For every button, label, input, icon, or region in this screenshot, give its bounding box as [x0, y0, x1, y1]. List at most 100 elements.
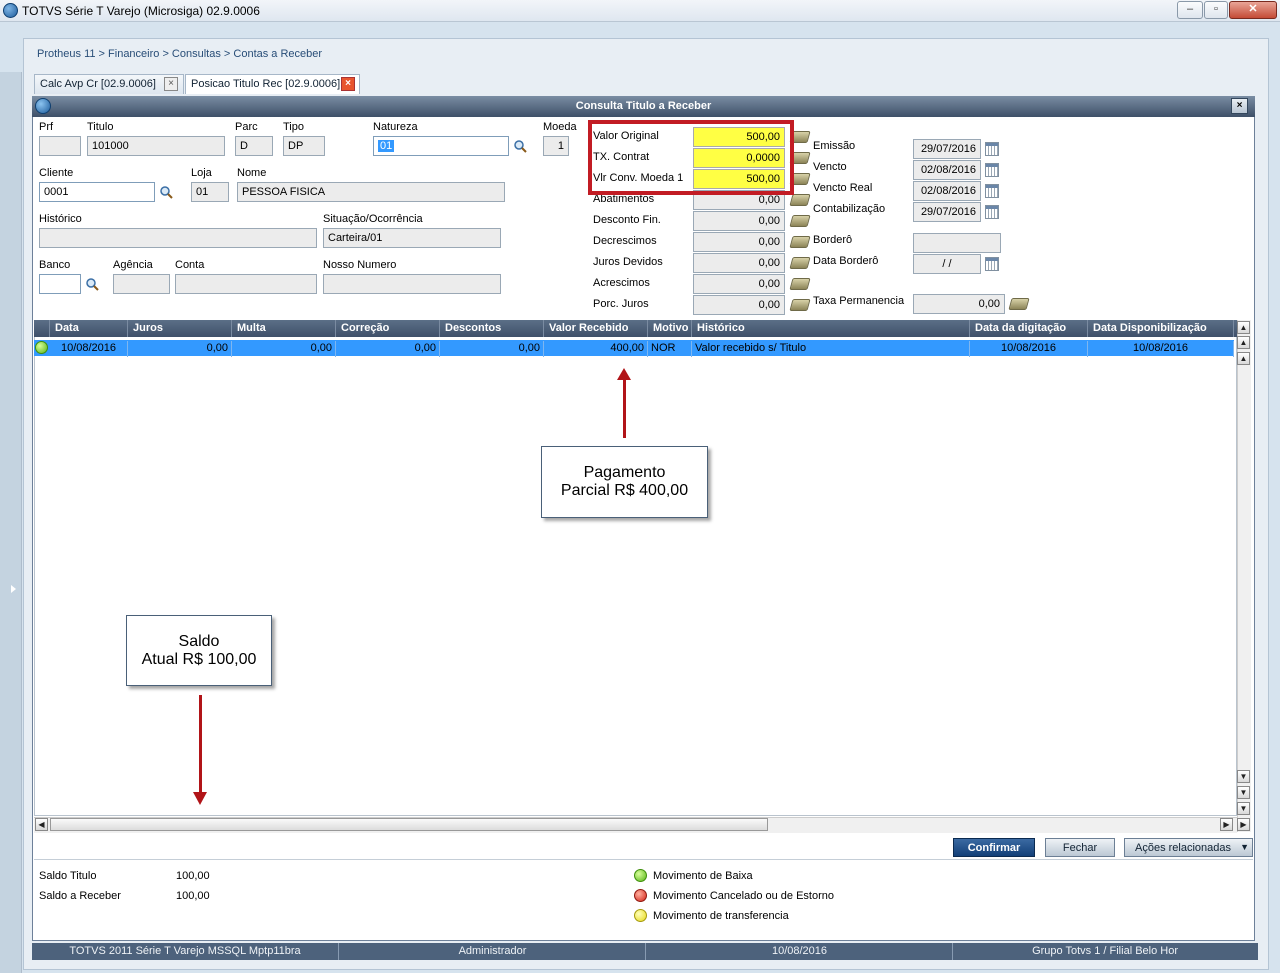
nome-field[interactable]: PESSOA FISICA — [237, 182, 505, 202]
porc-juros-label: Porc. Juros — [593, 298, 649, 310]
vencto-real-label: Vencto Real — [813, 182, 873, 194]
minimize-button[interactable]: – — [1177, 1, 1203, 19]
scroll-down-icon[interactable]: ▼ — [1237, 770, 1250, 783]
grid-cell: 10/08/2016 — [1088, 341, 1234, 357]
vertical-scrollbar[interactable] — [1237, 320, 1251, 832]
money-icon[interactable] — [789, 236, 811, 248]
loja-field[interactable]: 01 — [191, 182, 229, 202]
bordero-field[interactable] — [913, 233, 1001, 253]
grid-header-cell[interactable]: Motivo — [648, 320, 692, 337]
tipo-label: Tipo — [283, 121, 304, 133]
vencto-real-field[interactable]: 02/08/2016 — [913, 181, 981, 201]
scroll-page-up-icon[interactable]: ▲ — [1237, 336, 1250, 349]
juros-devidos-label: Juros Devidos — [593, 256, 663, 268]
chevron-down-icon: ▼ — [1240, 842, 1249, 852]
money-icon[interactable] — [1008, 298, 1030, 310]
scroll-right-end-icon[interactable]: ▶ — [1237, 818, 1250, 831]
dialog-title: Consulta Titulo a Receber — [575, 100, 712, 112]
breadcrumb[interactable]: Protheus 11 > Financeiro > Consultas > C… — [37, 48, 322, 60]
prf-field[interactable] — [39, 136, 81, 156]
arrow-head-icon — [617, 368, 631, 380]
grid-header-cell[interactable]: Data da digitação — [970, 320, 1088, 337]
conta-field[interactable] — [175, 274, 317, 294]
grid-header-cell[interactable]: Valor Recebido — [544, 320, 648, 337]
grid-cell: NOR — [648, 341, 692, 357]
natureza-field[interactable]: 01 — [373, 136, 509, 156]
close-tab-icon[interactable]: × — [341, 77, 355, 91]
acrescimos-field[interactable]: 0,00 — [693, 274, 785, 294]
search-icon[interactable] — [513, 139, 527, 153]
legend-red-icon — [634, 889, 647, 902]
money-icon[interactable] — [789, 299, 811, 311]
tab-posicao-titulo[interactable]: Posicao Titulo Rec [02.9.0006] — [185, 74, 360, 94]
acrescimos-label: Acrescimos — [593, 277, 650, 289]
data-bordero-field[interactable]: / / — [913, 254, 981, 274]
parc-field[interactable]: D — [235, 136, 273, 156]
scroll-top-icon[interactable]: ▲ — [1237, 321, 1250, 334]
scroll-right-icon[interactable]: ▶ — [1220, 818, 1233, 831]
grid-header-cell[interactable]: Histórico — [692, 320, 970, 337]
search-icon[interactable] — [159, 185, 173, 199]
grid-header-cell[interactable]: Data Disponibilização — [1088, 320, 1234, 337]
agencia-label: Agência — [113, 259, 153, 271]
money-icon[interactable] — [789, 194, 811, 206]
tipo-field[interactable]: DP — [283, 136, 325, 156]
scroll-thumb[interactable] — [50, 818, 768, 831]
tab-calc-avp[interactable]: Calc Avp Cr [02.9.0006] — [34, 74, 184, 94]
search-icon[interactable] — [85, 277, 99, 291]
decrescimos-field[interactable]: 0,00 — [693, 232, 785, 252]
arrow-down-annotation — [199, 695, 202, 793]
calendar-icon[interactable] — [985, 142, 999, 156]
close-button[interactable]: Fechar — [1045, 838, 1115, 857]
vencto-label: Vencto — [813, 161, 847, 173]
confirm-button[interactable]: Confirmar — [953, 838, 1035, 857]
movements-grid[interactable] — [34, 320, 1237, 816]
banco-field[interactable] — [39, 274, 81, 294]
money-icon[interactable] — [789, 278, 811, 290]
calendar-icon[interactable] — [985, 184, 999, 198]
expand-arrow-icon[interactable] — [11, 585, 16, 593]
maximize-button[interactable]: ▫ — [1204, 1, 1228, 19]
situacao-field[interactable]: Carteira/01 — [323, 228, 501, 248]
emissao-field[interactable]: 29/07/2016 — [913, 139, 981, 159]
saldo-titulo-label: Saldo Titulo — [39, 870, 97, 882]
cliente-field[interactable]: 0001 — [39, 182, 155, 202]
contabilizacao-field[interactable]: 29/07/2016 — [913, 202, 981, 222]
grid-header-cell[interactable]: Data — [50, 320, 128, 337]
taxa-permanencia-label: Taxa Permanencia — [813, 295, 905, 307]
calendar-icon[interactable] — [985, 257, 999, 271]
scroll-up-icon[interactable]: ▲ — [1237, 352, 1250, 365]
calendar-icon[interactable] — [985, 205, 999, 219]
moeda-field[interactable]: 1 — [543, 136, 569, 156]
related-actions-button[interactable]: Ações relacionadas ▼ — [1124, 838, 1253, 857]
calendar-icon[interactable] — [985, 163, 999, 177]
historico-field[interactable] — [39, 228, 317, 248]
scroll-bottom-icon[interactable]: ▼ — [1237, 802, 1250, 815]
porc-juros-field[interactable]: 0,00 — [693, 295, 785, 315]
grid-header-cell[interactable]: Descontos — [440, 320, 544, 337]
money-icon[interactable] — [789, 257, 811, 269]
close-window-button[interactable]: ✕ — [1229, 1, 1277, 19]
moeda-label: Moeda — [543, 121, 577, 133]
status-branch: Grupo Totvs 1 / Filial Belo Hor — [1032, 945, 1178, 957]
window-title-bar: TOTVS Série T Varejo (Microsiga) 02.9.00… — [0, 0, 1280, 22]
nome-label: Nome — [237, 167, 267, 179]
grid-header-cell[interactable]: Multa — [232, 320, 336, 337]
money-icon[interactable] — [789, 215, 811, 227]
status-date: 10/08/2016 — [647, 943, 953, 960]
close-tab-icon[interactable]: × — [164, 77, 178, 91]
close-dialog-button[interactable]: × — [1231, 98, 1248, 114]
grid-header-cell[interactable]: Juros — [128, 320, 232, 337]
taxa-permanencia-field[interactable]: 0,00 — [913, 294, 1005, 314]
grid-header-cell[interactable]: Correção — [336, 320, 440, 337]
tab-label: Calc Avp Cr [02.9.0006] — [40, 78, 156, 90]
desconto-fin-field[interactable]: 0,00 — [693, 211, 785, 231]
titulo-field[interactable]: 101000 — [87, 136, 225, 156]
nosso-numero-field[interactable] — [323, 274, 501, 294]
agencia-field[interactable] — [113, 274, 170, 294]
left-collapse-strip[interactable] — [0, 72, 22, 973]
vencto-field[interactable]: 02/08/2016 — [913, 160, 981, 180]
juros-devidos-field[interactable]: 0,00 — [693, 253, 785, 273]
scroll-page-down-icon[interactable]: ▼ — [1237, 786, 1250, 799]
scroll-left-icon[interactable]: ◀ — [35, 818, 48, 831]
